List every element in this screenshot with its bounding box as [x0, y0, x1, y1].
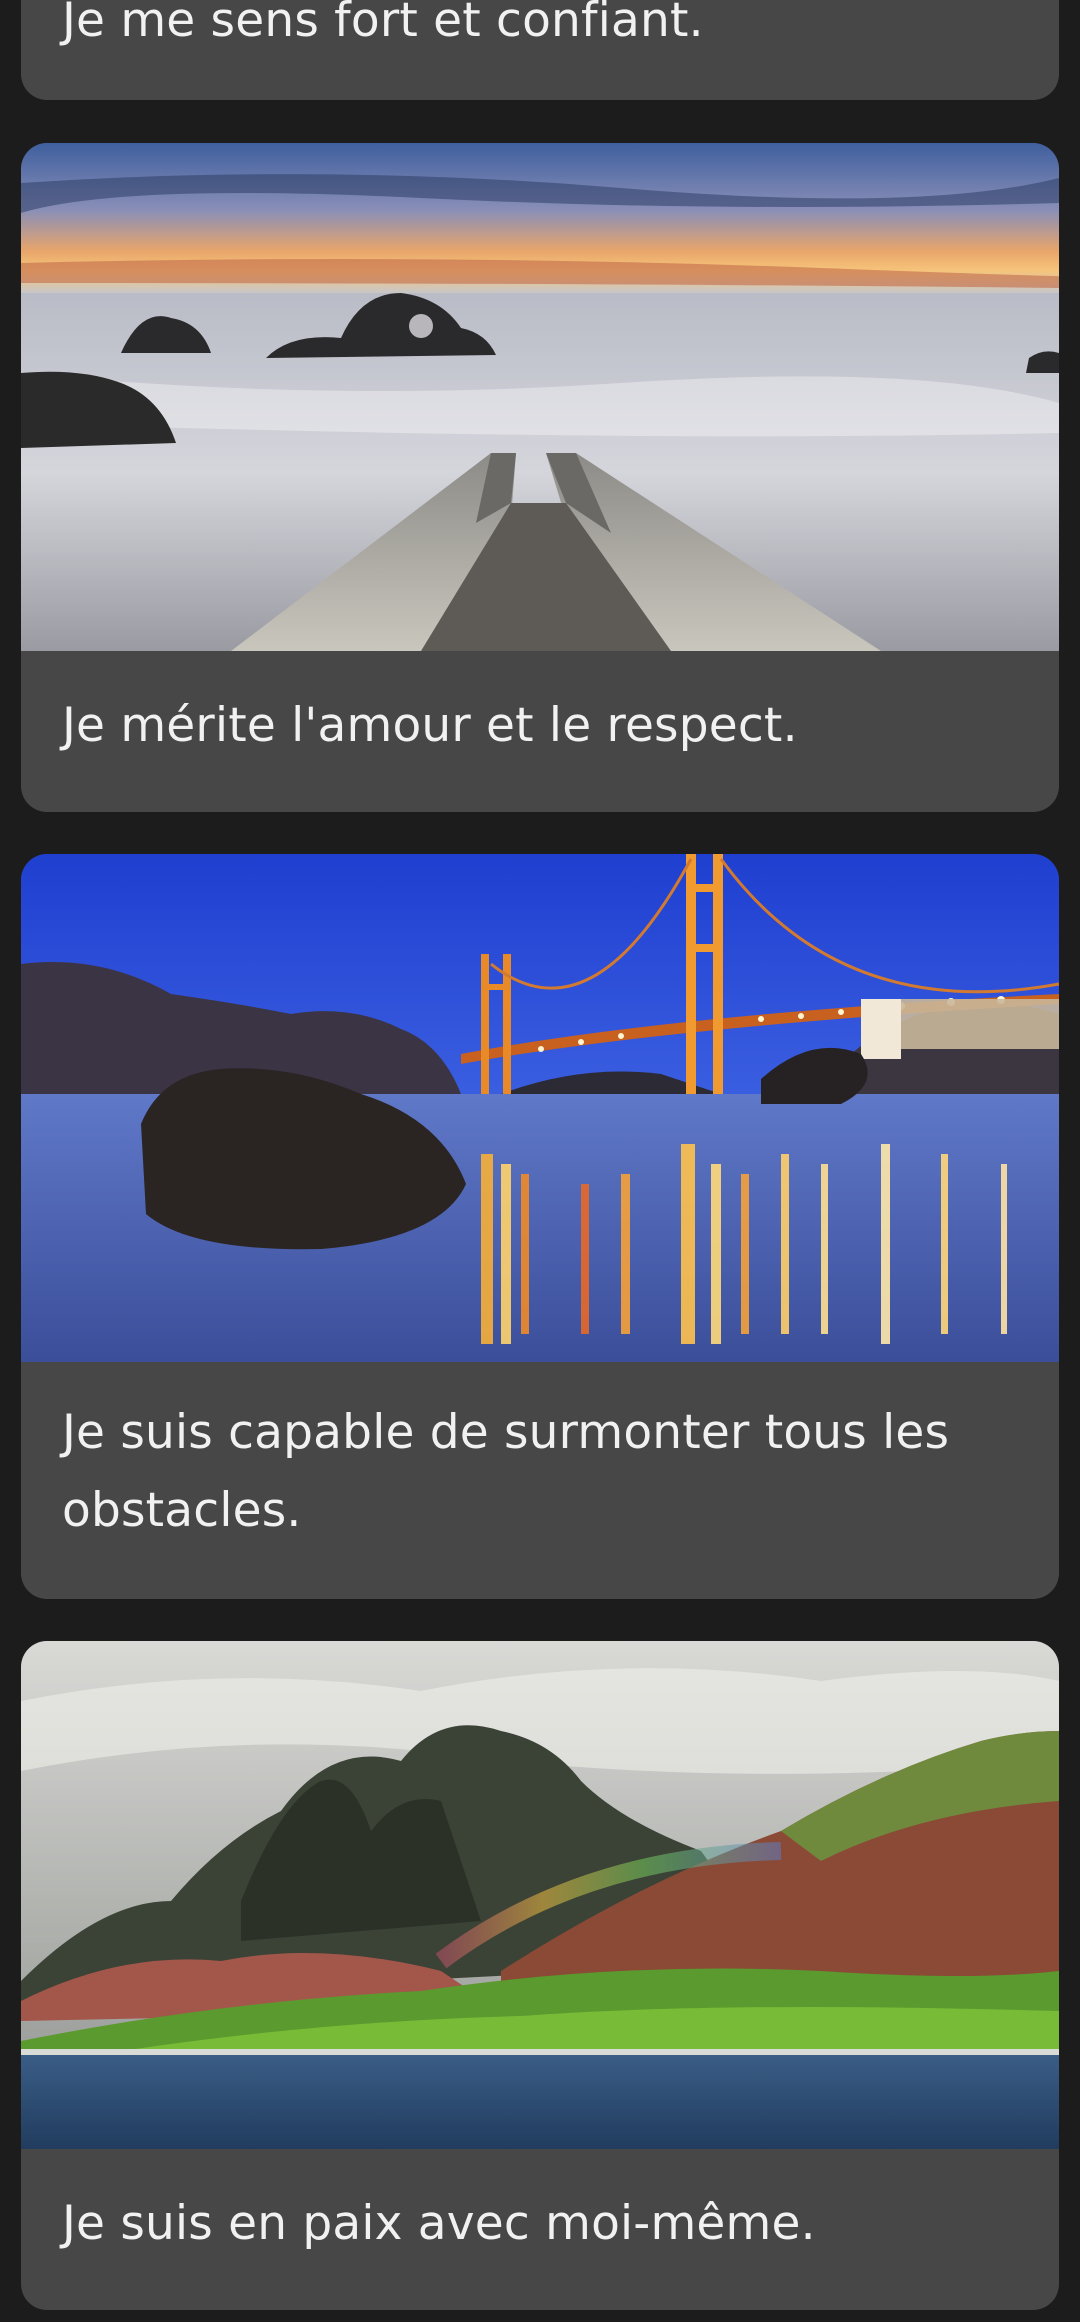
affirmation-card[interactable]: Je me sens fort et confiant. — [21, 0, 1059, 100]
affirmation-caption: Je me sens fort et confiant. — [62, 0, 704, 48]
affirmation-caption: Je mérite l'amour et le respect. — [62, 698, 798, 753]
sunset-pier-image — [21, 143, 1059, 651]
golden-gate-bridge-image — [21, 854, 1059, 1362]
affirmation-card[interactable]: Je suis capable de surmonter tous les ob… — [21, 854, 1059, 1599]
affirmation-caption: Je suis en paix avec moi-même. — [62, 2196, 816, 2251]
affirmation-card[interactable]: Je suis en paix avec moi-même. — [21, 1641, 1059, 2310]
affirmation-caption: Je suis capable de surmonter tous les ob… — [62, 1405, 950, 1538]
affirmation-card[interactable]: Je mérite l'amour et le respect. — [21, 143, 1059, 812]
mountain-rainbow-image — [21, 1641, 1059, 2149]
